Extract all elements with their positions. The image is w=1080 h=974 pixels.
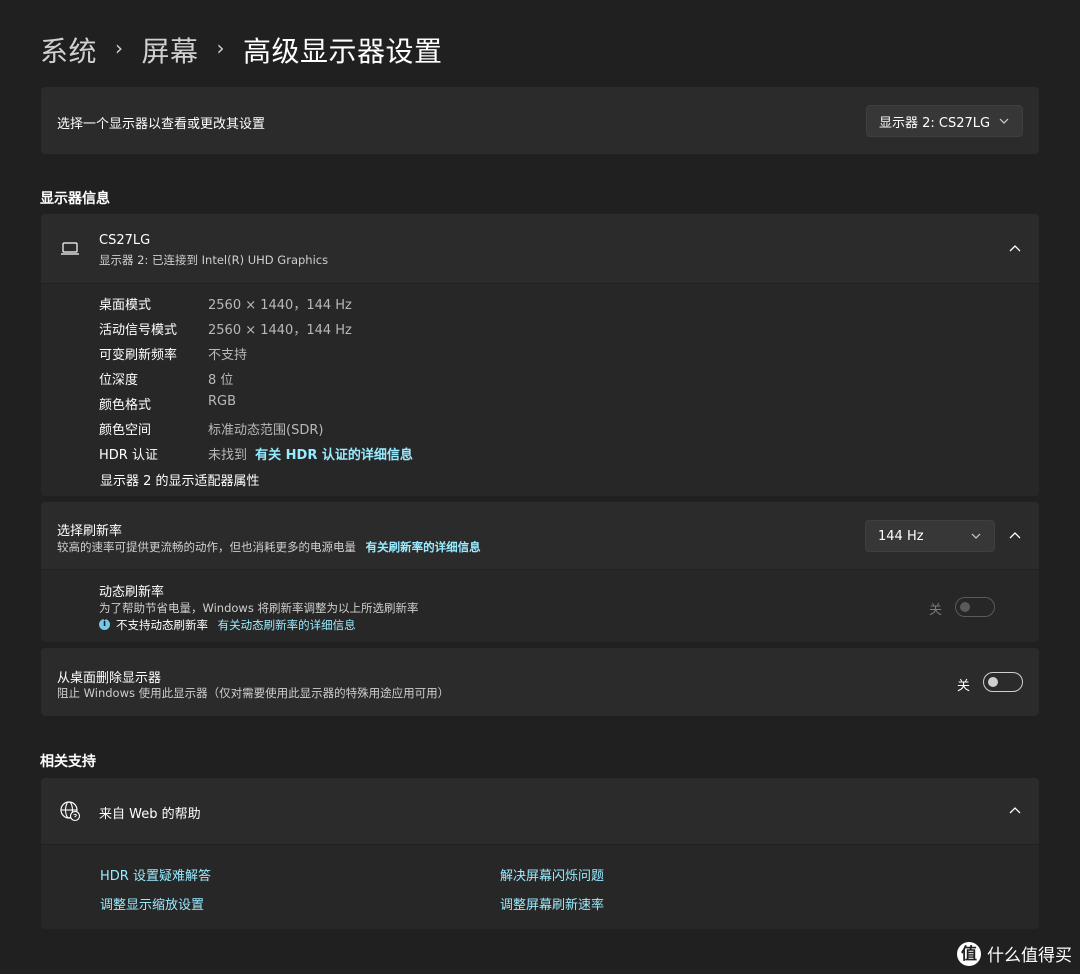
watermark-text: 什么值得买 (987, 946, 1072, 966)
refresh-rate-dropdown[interactable]: 144 Hz (865, 520, 995, 552)
refresh-rate-title: 选择刷新率 (57, 524, 123, 539)
display-info-details (41, 284, 1039, 496)
info-row-value: 8 位 (208, 373, 234, 388)
breadcrumb: 系统 › 屏幕 › 高级显示器设置 (40, 28, 443, 72)
info-row-value: 不支持 (208, 348, 248, 363)
refresh-rate-details-link[interactable]: 有关刷新率的详细信息 (366, 540, 481, 554)
info-icon: i (99, 619, 110, 630)
remove-display-desc: 阻止 Windows 使用此显示器（仅对需要使用此显示器的特殊用途应用可用） (57, 686, 450, 700)
info-row-label: 颜色空间 (99, 423, 152, 438)
toggle-knob (988, 677, 998, 687)
toggle-knob (960, 602, 970, 612)
info-row-value: 2560 × 1440，144 Hz (208, 298, 352, 313)
laptop-icon (61, 242, 79, 255)
dynamic-refresh-desc: 为了帮助节省电量，Windows 将刷新率调整为以上所选刷新率 (99, 601, 419, 615)
refresh-rate-value: 144 Hz (878, 528, 924, 544)
hdr-status: 未找到 (208, 448, 248, 463)
section-title-display-info: 显示器信息 (40, 191, 110, 207)
breadcrumb-separator: › (216, 36, 226, 60)
hdr-value: 未找到 有关 HDR 认证的详细信息 (208, 444, 413, 463)
hdr-label: HDR 认证 (99, 448, 158, 463)
info-row-value: 2560 × 1440，144 Hz (208, 323, 352, 338)
info-row-label: 桌面模式 (99, 298, 152, 313)
watermark-logo: 值 (957, 941, 981, 966)
info-row-label: 可变刷新频率 (99, 348, 178, 363)
chevron-up-icon[interactable] (1007, 803, 1023, 819)
info-row-value: RGB (208, 394, 237, 409)
refresh-rate-card: 选择刷新率 较高的速率可提供更流畅的动作，但也消耗更多的电源电量 有关刷新率的详… (41, 502, 1039, 569)
info-row-value: 标准动态范围(SDR) (208, 423, 324, 438)
web-help-links: HDR 设置疑难解答 解决屏幕闪烁问题 调整显示缩放设置 调整屏幕刷新速率 (41, 845, 1039, 929)
adapter-properties-link[interactable]: 显示器 2 的显示适配器属性 (100, 470, 260, 489)
web-help-title: 来自 Web 的帮助 (99, 807, 201, 822)
info-row-label: 颜色格式 (99, 398, 152, 413)
chevron-up-icon[interactable] (1007, 528, 1023, 544)
display-info-header[interactable]: CS27LG 显示器 2: 已连接到 Intel(R) UHD Graphics (41, 214, 1039, 283)
dynamic-refresh-unsupported: 不支持动态刷新率 有关动态刷新率的详细信息 (116, 617, 356, 633)
screen-flicker-link[interactable]: 解决屏幕闪烁问题 (500, 865, 604, 884)
dynamic-refresh-title: 动态刷新率 (99, 585, 165, 600)
info-row-label: 活动信号模式 (99, 323, 178, 338)
display-dropdown-value: 显示器 2: CS27LG (879, 115, 991, 131)
dynamic-refresh-details-link[interactable]: 有关动态刷新率的详细信息 (218, 618, 356, 632)
chevron-up-icon[interactable] (1007, 241, 1023, 257)
dynamic-refresh-unsupported-text: 不支持动态刷新率 (116, 618, 208, 632)
breadcrumb-item-display[interactable]: 屏幕 (142, 30, 199, 70)
remove-display-toggle[interactable] (983, 672, 1023, 692)
chevron-down-icon (999, 118, 1009, 124)
dynamic-refresh-toggle-label: 关 (929, 603, 943, 618)
watermark: 值 什么值得买 (957, 941, 1072, 966)
display-scale-link[interactable]: 调整显示缩放设置 (100, 894, 204, 913)
remove-display-title: 从桌面删除显示器 (57, 671, 162, 686)
select-display-label: 选择一个显示器以查看或更改其设置 (57, 117, 266, 132)
info-row-label: 位深度 (99, 373, 139, 388)
dynamic-refresh-toggle[interactable] (955, 597, 995, 617)
display-connection: 显示器 2: 已连接到 Intel(R) UHD Graphics (99, 253, 329, 267)
breadcrumb-item-system[interactable]: 系统 (40, 30, 97, 70)
globe-help-icon (60, 801, 81, 822)
display-dropdown[interactable]: 显示器 2: CS27LG (866, 105, 1023, 137)
web-help-header[interactable]: 来自 Web 的帮助 (41, 778, 1039, 844)
hdr-details-link[interactable]: 有关 HDR 认证的详细信息 (255, 448, 413, 463)
page-title: 高级显示器设置 (243, 35, 443, 68)
section-title-related-support: 相关支持 (40, 754, 96, 770)
refresh-rate-desc: 较高的速率可提供更流畅的动作，但也消耗更多的电源电量 有关刷新率的详细信息 (57, 539, 481, 555)
breadcrumb-separator: › (115, 36, 124, 60)
display-name: CS27LG (99, 233, 151, 248)
refresh-rate-desc-text: 较高的速率可提供更流畅的动作，但也消耗更多的电源电量 (57, 540, 356, 554)
remove-display-toggle-label: 关 (957, 679, 971, 694)
refresh-rate-link[interactable]: 调整屏幕刷新速率 (500, 894, 604, 913)
remove-display-card: 从桌面删除显示器 阻止 Windows 使用此显示器（仅对需要使用此显示器的特殊… (41, 648, 1039, 716)
hdr-troubleshoot-link[interactable]: HDR 设置疑难解答 (100, 865, 211, 884)
select-display-card: 选择一个显示器以查看或更改其设置 显示器 2: CS27LG (41, 87, 1039, 154)
dynamic-refresh-card: 动态刷新率 为了帮助节省电量，Windows 将刷新率调整为以上所选刷新率 i … (41, 570, 1039, 642)
chevron-down-icon (971, 533, 981, 539)
